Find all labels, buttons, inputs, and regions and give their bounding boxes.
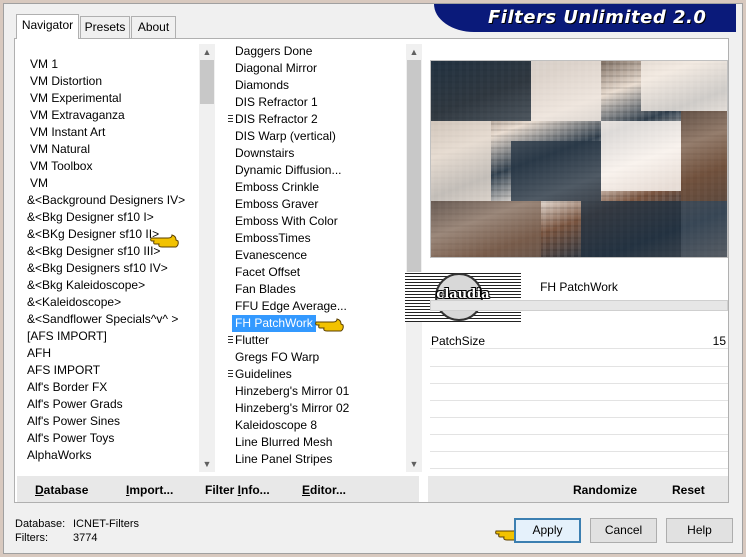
filter-scrollbar[interactable]: ▲ ▼ xyxy=(406,44,422,472)
filter-list[interactable]: Daggers Done Diagonal Mirror Diamonds DIS R… xyxy=(227,40,405,476)
category-item[interactable]: &<Background Designers IV> xyxy=(27,192,185,209)
param-row-empty xyxy=(430,452,728,469)
param-name: PatchSize xyxy=(431,334,486,348)
filter-item[interactable]: Guidelines xyxy=(235,366,292,383)
filter-item[interactable]: Evanescence xyxy=(235,247,307,264)
reset-button[interactable]: Reset xyxy=(672,483,705,497)
filter-marker-icon xyxy=(228,336,233,345)
category-item[interactable]: AFS IMPORT xyxy=(27,362,100,379)
category-item[interactable]: &<Sandflower Specials^v^ > xyxy=(27,311,178,328)
pointing-hand-icon xyxy=(150,233,180,249)
filter-item[interactable]: Hinzeberg's Mirror 02 xyxy=(235,400,349,417)
filter-item[interactable]: Fan Blades xyxy=(235,281,296,298)
filters-count-value: 3774 xyxy=(73,532,98,544)
category-item[interactable]: Alf's Power Grads xyxy=(27,396,123,413)
scroll-down-icon[interactable]: ▼ xyxy=(199,456,215,472)
help-button[interactable]: Help xyxy=(666,518,733,543)
category-item[interactable]: &<BKg Designer sf10 II> xyxy=(27,226,159,243)
param-row-empty xyxy=(430,418,728,435)
category-item[interactable]: VM Experimental xyxy=(30,90,121,107)
filter-item[interactable]: Diamonds xyxy=(235,77,289,94)
category-item[interactable]: &<Bkg Kaleidoscope> xyxy=(27,277,145,294)
database-button[interactable]: Database xyxy=(35,483,88,497)
category-item[interactable]: VM Instant Art xyxy=(30,124,105,141)
filter-item[interactable]: Line Panel Stripes xyxy=(235,451,332,468)
filter-item[interactable]: Dynamic Diffusion... xyxy=(235,162,341,179)
tab-navigator[interactable]: Navigator xyxy=(16,14,79,39)
filter-info-button[interactable]: Filter Info... xyxy=(205,483,270,497)
filter-marker-icon xyxy=(228,370,233,379)
selected-filter-name: FH PatchWork xyxy=(540,280,618,294)
filter-item[interactable]: EmbossTimes xyxy=(235,230,311,247)
pointing-hand-icon xyxy=(315,317,345,333)
category-item[interactable]: AlphaWorks xyxy=(27,447,91,464)
progress-bar xyxy=(430,300,728,311)
category-item[interactable]: Alf's Power Sines xyxy=(27,413,120,430)
param-row-empty xyxy=(430,367,728,384)
param-value[interactable]: 15 xyxy=(713,334,726,348)
randomize-button[interactable]: Randomize xyxy=(573,483,637,497)
category-item[interactable]: Alf's Border FX xyxy=(27,379,107,396)
cancel-button[interactable]: Cancel xyxy=(590,518,657,543)
category-item[interactable]: VM xyxy=(30,175,48,192)
scroll-up-icon[interactable]: ▲ xyxy=(199,44,215,60)
filters-count-label: Filters: xyxy=(15,532,48,544)
filter-item[interactable]: Emboss With Color xyxy=(235,213,338,230)
category-item[interactable]: VM Extravaganza xyxy=(30,107,125,124)
scroll-thumb[interactable] xyxy=(407,60,421,284)
filter-item[interactable]: Emboss Graver xyxy=(235,196,318,213)
category-scrollbar[interactable]: ▲ ▼ xyxy=(199,44,215,472)
filter-item[interactable]: Flutter xyxy=(235,332,269,349)
database-value: ICNET-Filters xyxy=(73,518,139,530)
param-row-empty xyxy=(430,384,728,401)
scroll-thumb[interactable] xyxy=(200,60,214,104)
filter-item[interactable]: Line Blurred Mesh xyxy=(235,434,332,451)
param-row[interactable]: PatchSize 15 xyxy=(430,332,728,349)
category-item[interactable]: VM Distortion xyxy=(30,73,102,90)
banner-title: Filters Unlimited 2.0 xyxy=(488,7,707,28)
category-item[interactable]: VM Natural xyxy=(30,141,90,158)
category-item[interactable]: VM Toolbox xyxy=(30,158,92,175)
filter-item[interactable]: Facet Offset xyxy=(235,264,300,281)
tab-about[interactable]: About xyxy=(131,16,176,38)
import-button[interactable]: Import... xyxy=(126,483,173,497)
filter-item[interactable]: DIS Warp (vertical) xyxy=(235,128,336,145)
filter-marker-icon xyxy=(228,115,233,124)
param-row-empty xyxy=(430,401,728,418)
param-row-empty xyxy=(430,435,728,452)
category-item[interactable]: [AFS IMPORT] xyxy=(27,328,107,345)
filter-item[interactable]: FFU Edge Average... xyxy=(235,298,347,315)
filter-item[interactable]: DIS Refractor 1 xyxy=(235,94,318,111)
scroll-up-icon[interactable]: ▲ xyxy=(406,44,422,60)
category-item[interactable]: VM 1 xyxy=(30,56,58,73)
filter-item[interactable]: Daggers Done xyxy=(235,43,312,60)
category-item[interactable]: AFH xyxy=(27,345,51,362)
filter-item-selected[interactable]: FH PatchWork xyxy=(232,315,316,332)
scroll-down-icon[interactable]: ▼ xyxy=(406,456,422,472)
category-item[interactable]: &<Kaleidoscope> xyxy=(27,294,121,311)
filter-item[interactable]: Downstairs xyxy=(235,145,294,162)
editor-button[interactable]: Editor... xyxy=(302,483,346,497)
filter-item[interactable]: Emboss Crinkle xyxy=(235,179,319,196)
filter-item[interactable]: Diagonal Mirror xyxy=(235,60,317,77)
category-item[interactable]: &<Bkg Designer sf10 III> xyxy=(27,243,160,260)
category-item[interactable]: Alf's Power Toys xyxy=(27,430,114,447)
apply-button[interactable]: Apply xyxy=(514,518,581,543)
category-list[interactable]: VM 1 VM Distortion VM Experimental VM Extra… xyxy=(21,40,199,476)
filter-preview-image xyxy=(430,60,728,258)
database-label: Database: xyxy=(15,518,66,530)
filter-item[interactable]: Kaleidoscope 8 xyxy=(235,417,317,434)
category-item[interactable]: &<Bkg Designer sf10 I> xyxy=(27,209,154,226)
filter-item[interactable]: Hinzeberg's Mirror 01 xyxy=(235,383,349,400)
category-item[interactable]: &<Bkg Designers sf10 IV> xyxy=(27,260,168,277)
filter-item[interactable]: Gregs FO Warp xyxy=(235,349,319,366)
tab-presets[interactable]: Presets xyxy=(80,16,130,38)
filter-item[interactable]: DIS Refractor 2 xyxy=(235,111,318,128)
param-row-empty xyxy=(430,350,728,367)
